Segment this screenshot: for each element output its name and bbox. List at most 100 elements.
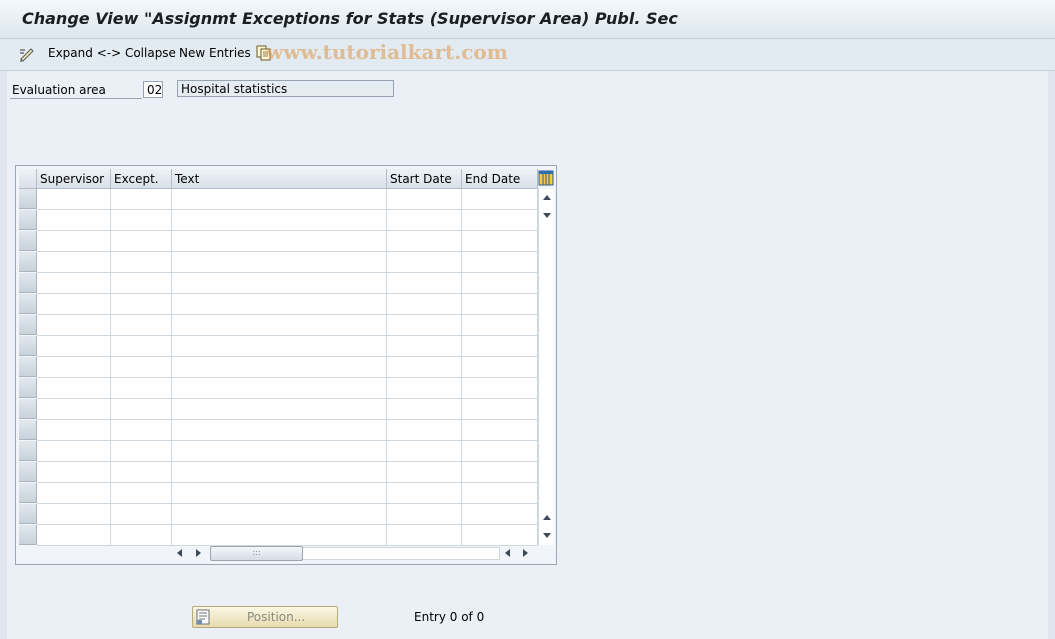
row-selector[interactable] — [19, 273, 37, 293]
table-cell[interactable] — [462, 483, 538, 504]
table-cell[interactable] — [172, 525, 387, 546]
table-cell[interactable] — [37, 273, 111, 294]
scroll-page-up-icon[interactable] — [543, 515, 551, 520]
row-selector[interactable] — [19, 231, 37, 251]
row-selector[interactable] — [19, 294, 37, 314]
row-selector[interactable] — [19, 462, 37, 482]
row-selector[interactable] — [19, 210, 37, 230]
table-cell[interactable] — [111, 357, 172, 378]
table-cell[interactable] — [111, 273, 172, 294]
table-cell[interactable] — [462, 336, 538, 357]
table-cell[interactable] — [172, 378, 387, 399]
row-selector[interactable] — [19, 525, 37, 545]
table-cell[interactable] — [462, 315, 538, 336]
table-cell[interactable] — [37, 420, 111, 441]
table-cell[interactable] — [172, 294, 387, 315]
table-cell[interactable] — [462, 399, 538, 420]
table-cell[interactable] — [387, 294, 462, 315]
horizontal-scroll-thumb[interactable]: ::: — [210, 546, 303, 561]
row-selector[interactable] — [19, 441, 37, 461]
table-cell[interactable] — [37, 462, 111, 483]
table-cell[interactable] — [37, 483, 111, 504]
table-cell[interactable] — [462, 294, 538, 315]
table-cell[interactable] — [387, 420, 462, 441]
table-cell[interactable] — [172, 189, 387, 210]
table-cell[interactable] — [37, 315, 111, 336]
col-header-end-date[interactable]: End Date — [462, 169, 538, 189]
row-selector[interactable] — [19, 378, 37, 398]
scroll-left-end-icon[interactable] — [505, 549, 510, 557]
table-cell[interactable] — [172, 483, 387, 504]
table-cell[interactable] — [462, 525, 538, 546]
table-cell[interactable] — [462, 189, 538, 210]
table-cell[interactable] — [37, 189, 111, 210]
table-cell[interactable] — [111, 336, 172, 357]
table-cell[interactable] — [172, 357, 387, 378]
position-button[interactable]: Position... — [192, 606, 338, 628]
table-cell[interactable] — [172, 336, 387, 357]
table-cell[interactable] — [387, 378, 462, 399]
table-cell[interactable] — [111, 189, 172, 210]
col-header-text[interactable]: Text — [172, 169, 387, 189]
row-selector[interactable] — [19, 420, 37, 440]
scroll-right-end-icon[interactable] — [523, 549, 528, 557]
table-cell[interactable] — [387, 525, 462, 546]
table-cell[interactable] — [37, 231, 111, 252]
table-cell[interactable] — [387, 504, 462, 525]
table-cell[interactable] — [111, 483, 172, 504]
table-cell[interactable] — [111, 504, 172, 525]
table-cell[interactable] — [172, 210, 387, 231]
table-cell[interactable] — [37, 378, 111, 399]
table-cell[interactable] — [462, 504, 538, 525]
column-settings-icon[interactable] — [538, 170, 554, 186]
table-cell[interactable] — [172, 231, 387, 252]
table-cell[interactable] — [172, 441, 387, 462]
table-cell[interactable] — [462, 441, 538, 462]
scroll-up-icon[interactable] — [543, 195, 551, 200]
row-selector[interactable] — [19, 399, 37, 419]
table-cell[interactable] — [387, 462, 462, 483]
table-cell[interactable] — [172, 252, 387, 273]
table-cell[interactable] — [387, 252, 462, 273]
table-cell[interactable] — [111, 462, 172, 483]
table-cell[interactable] — [462, 462, 538, 483]
table-cell[interactable] — [111, 525, 172, 546]
table-cell[interactable] — [172, 462, 387, 483]
table-cell[interactable] — [37, 504, 111, 525]
table-cell[interactable] — [387, 189, 462, 210]
table-cell[interactable] — [387, 483, 462, 504]
table-cell[interactable] — [37, 399, 111, 420]
scroll-left-icon[interactable] — [177, 549, 182, 557]
table-cell[interactable] — [111, 315, 172, 336]
table-cell[interactable] — [462, 378, 538, 399]
row-selector[interactable] — [19, 336, 37, 356]
table-cell[interactable] — [111, 294, 172, 315]
row-selector[interactable] — [19, 357, 37, 377]
evaluation-area-field[interactable]: 02 — [143, 81, 163, 98]
row-selector[interactable] — [19, 483, 37, 503]
vertical-scrollbar[interactable] — [538, 189, 554, 545]
table-cell[interactable] — [111, 441, 172, 462]
table-cell[interactable] — [37, 210, 111, 231]
table-cell[interactable] — [111, 420, 172, 441]
table-cell[interactable] — [111, 378, 172, 399]
display-change-icon[interactable] — [18, 45, 36, 63]
scroll-page-down-icon[interactable] — [543, 213, 551, 218]
expand-collapse-button[interactable]: Expand <-> Collapse — [48, 46, 176, 60]
table-cell[interactable] — [111, 252, 172, 273]
table-cell[interactable] — [172, 273, 387, 294]
table-cell[interactable] — [172, 315, 387, 336]
col-header-supervisor[interactable]: Supervisor — [37, 169, 111, 189]
table-cell[interactable] — [387, 357, 462, 378]
table-cell[interactable] — [37, 525, 111, 546]
table-cell[interactable] — [387, 441, 462, 462]
table-cell[interactable] — [462, 420, 538, 441]
col-header-start-date[interactable]: Start Date — [387, 169, 462, 189]
row-selector[interactable] — [19, 504, 37, 524]
table-cell[interactable] — [37, 357, 111, 378]
table-cell[interactable] — [462, 357, 538, 378]
table-cell[interactable] — [387, 315, 462, 336]
new-entries-button[interactable]: New Entries — [179, 46, 251, 60]
table-cell[interactable] — [172, 399, 387, 420]
table-cell[interactable] — [462, 252, 538, 273]
